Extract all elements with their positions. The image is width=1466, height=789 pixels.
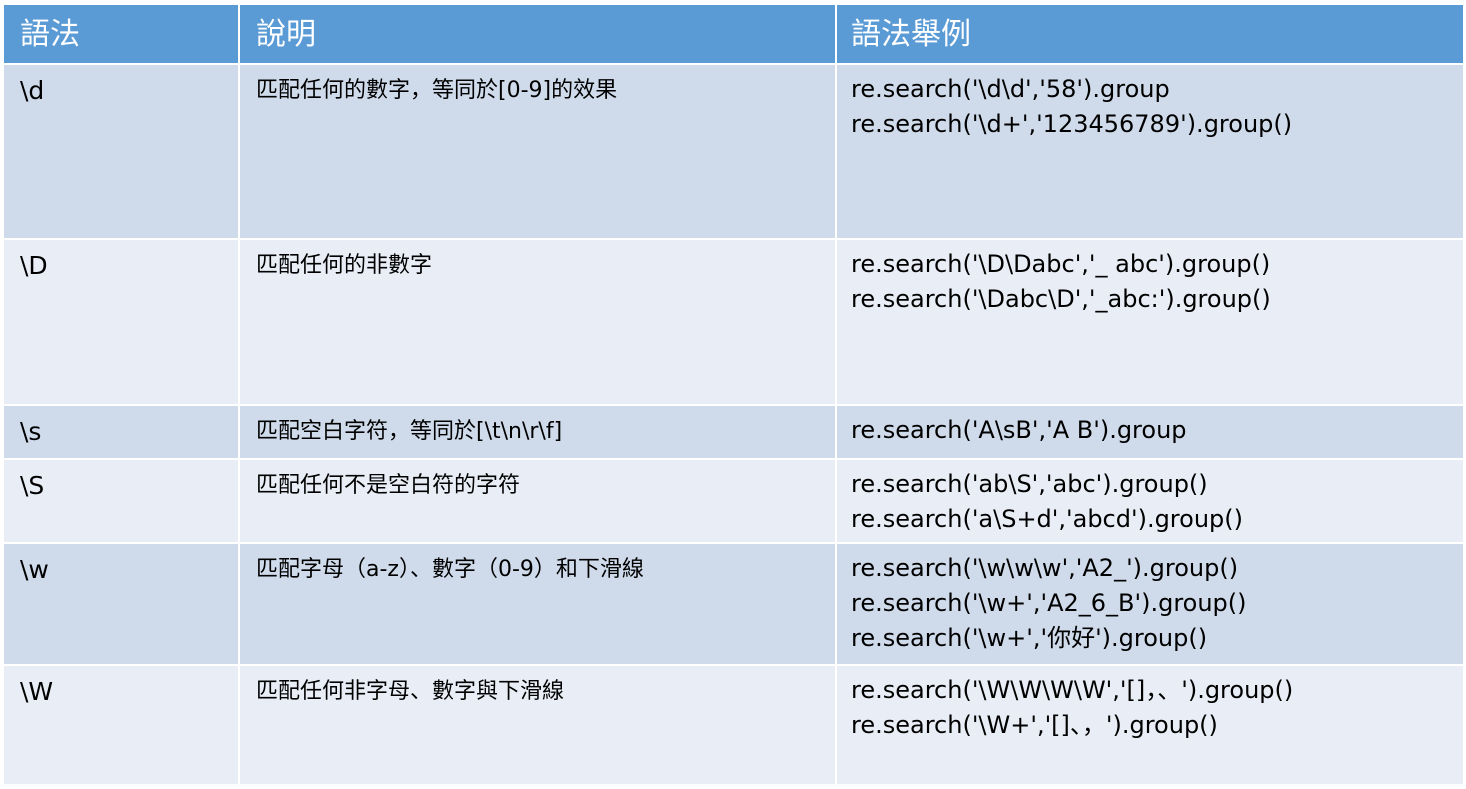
- example-line: re.search('\w\w\w','A2_').group(): [851, 554, 1239, 582]
- example-line: re.search('ab\S','abc').group(): [851, 470, 1208, 498]
- example-line: re.search('\d+','123456789').group(): [851, 110, 1293, 138]
- description-cell: 匹配任何的非數字: [238, 238, 837, 406]
- description-cell: 匹配空白字符，等同於[\t\n\r\f]: [238, 404, 837, 460]
- syntax-cell: \s: [2, 404, 240, 460]
- example-line: re.search('\W\W\W\W','[]，、').group(): [851, 676, 1294, 704]
- table-row: \d 匹配任何的數字，等同於[0-9]的效果 re.search('\d\d',…: [2, 63, 1465, 240]
- header-example: 語法舉例: [835, 3, 1465, 65]
- example-cell: re.search('ab\S','abc').group() re.searc…: [835, 458, 1465, 544]
- header-description: 說明: [238, 3, 837, 65]
- example-line: re.search('\w+','你好').group(): [851, 624, 1208, 652]
- table-row: \D 匹配任何的非數字 re.search('\D\Dabc','_ abc')…: [2, 238, 1465, 406]
- syntax-cell: \w: [2, 542, 240, 666]
- example-line: re.search('A\sB','A B').group: [851, 416, 1187, 444]
- example-line: re.search('\W+','[]、，').group(): [851, 711, 1218, 739]
- syntax-cell: \d: [2, 63, 240, 240]
- example-cell: re.search('\w\w\w','A2_').group() re.sea…: [835, 542, 1465, 666]
- table-header-row: 語法 說明 語法舉例: [2, 3, 1465, 65]
- example-cell: re.search('A\sB','A B').group: [835, 404, 1465, 460]
- table-row: \W 匹配任何非字母、數字與下滑線 re.search('\W\W\W\W','…: [2, 664, 1465, 786]
- description-cell: 匹配任何不是空白符的字符: [238, 458, 837, 544]
- syntax-cell: \D: [2, 238, 240, 406]
- header-syntax: 語法: [2, 3, 240, 65]
- example-cell: re.search('\W\W\W\W','[]，、').group() re.…: [835, 664, 1465, 786]
- example-line: re.search('\Dabc\D','_abc:').group(): [851, 285, 1271, 313]
- example-line: re.search('a\S+d','abcd').group(): [851, 505, 1244, 533]
- example-line: re.search('\d\d','58').group: [851, 75, 1170, 103]
- regex-syntax-table: 語法 說明 語法舉例 \d 匹配任何的數字，等同於[0-9]的效果 re.sea…: [2, 3, 1465, 786]
- table-row: \S 匹配任何不是空白符的字符 re.search('ab\S','abc').…: [2, 458, 1465, 544]
- table-row: \s 匹配空白字符，等同於[\t\n\r\f] re.search('A\sB'…: [2, 404, 1465, 460]
- table-row: \w 匹配字母（a-z）、數字（0-9）和下滑線 re.search('\w\w…: [2, 542, 1465, 666]
- example-line: re.search('\D\Dabc','_ abc').group(): [851, 250, 1271, 278]
- example-cell: re.search('\d\d','58').group re.search('…: [835, 63, 1465, 240]
- syntax-cell: \W: [2, 664, 240, 786]
- example-cell: re.search('\D\Dabc','_ abc').group() re.…: [835, 238, 1465, 406]
- syntax-cell: \S: [2, 458, 240, 544]
- description-cell: 匹配任何非字母、數字與下滑線: [238, 664, 837, 786]
- description-cell: 匹配任何的數字，等同於[0-9]的效果: [238, 63, 837, 240]
- description-cell: 匹配字母（a-z）、數字（0-9）和下滑線: [238, 542, 837, 666]
- example-line: re.search('\w+','A2_6_B').group(): [851, 589, 1247, 617]
